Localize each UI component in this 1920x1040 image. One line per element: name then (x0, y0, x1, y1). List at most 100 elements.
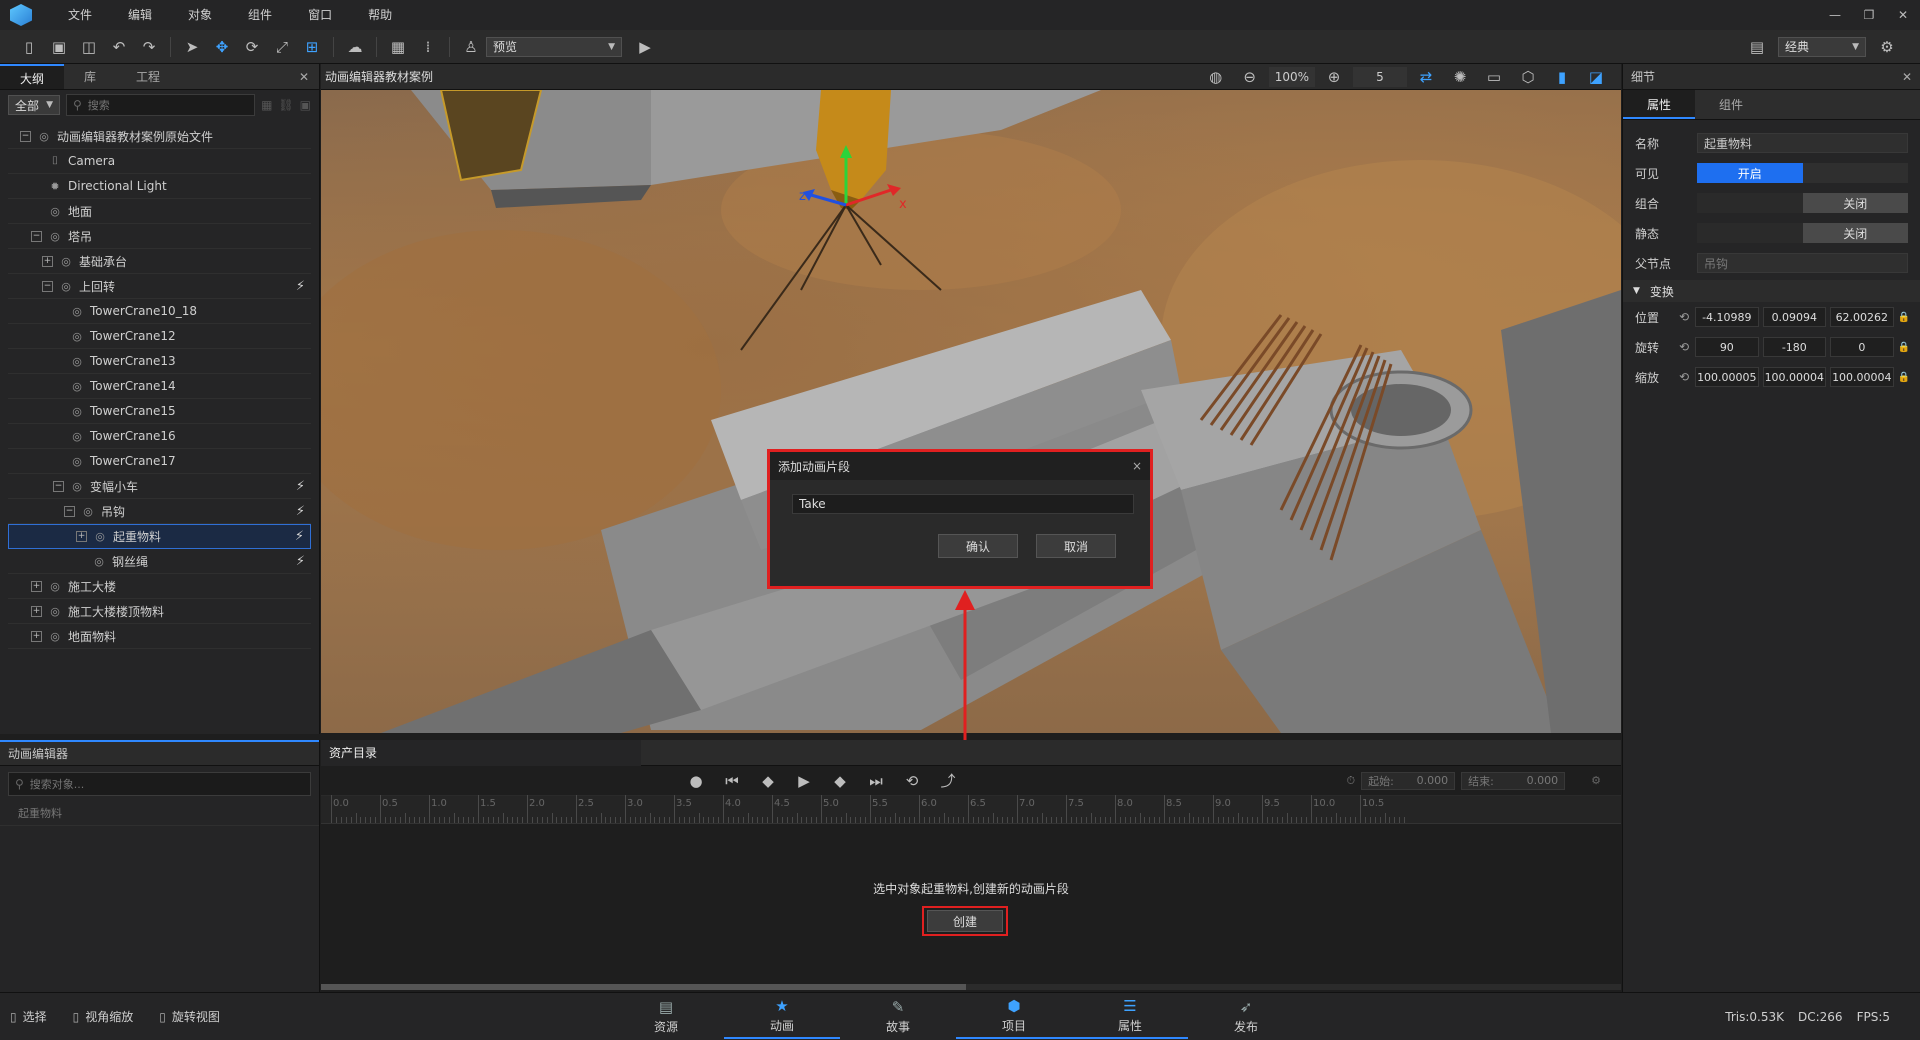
record-icon[interactable]: ● (681, 768, 711, 794)
lock-icon[interactable]: 🔒 (1898, 372, 1910, 383)
reset-icon[interactable]: ⟲ (1679, 370, 1689, 384)
static-toggle[interactable]: 关闭 (1697, 223, 1908, 243)
timeline-scrollbar[interactable] (321, 984, 1621, 990)
tree-item[interactable]: ◎ TowerCrane15 (8, 399, 311, 424)
stats-icon[interactable]: ◪ (1581, 64, 1611, 90)
snap-grid-icon[interactable]: ⁞ (413, 34, 443, 60)
tree-item[interactable]: − ◎ 动画编辑器教材案例原始文件 (8, 124, 311, 149)
tab-asset-directory[interactable]: 资产目录 (321, 739, 641, 766)
tree-item[interactable]: − ◎ 塔吊 (8, 224, 311, 249)
tree-item[interactable]: ⌷ Camera (8, 149, 311, 174)
eye-icon[interactable]: ◎ (48, 580, 62, 593)
shield-icon[interactable]: ◍ (1201, 64, 1231, 90)
coordinate-tool-icon[interactable]: ⊞ (297, 34, 327, 60)
video-camera-icon[interactable]: ▭ (1479, 64, 1509, 90)
scale-z[interactable]: 100.00004 (1830, 367, 1894, 387)
eye-icon[interactable]: ◎ (70, 480, 84, 493)
sync-icon[interactable]: ⇄ (1411, 64, 1441, 90)
rotate-tool-icon[interactable]: ⟳ (237, 34, 267, 60)
tab-components[interactable]: 组件 (1695, 90, 1767, 119)
confirm-button[interactable]: 确认 (938, 534, 1018, 558)
menu-edit[interactable]: 编辑 (110, 0, 170, 30)
anim-search-input[interactable] (29, 777, 304, 791)
layout-select[interactable]: 经典 ▼ (1778, 36, 1866, 57)
tree-item[interactable]: ◎ 地面 (8, 199, 311, 224)
skip-end-icon[interactable]: ⏭ (861, 768, 891, 794)
timeline-ruler[interactable]: 0.0 0.5 1.0 1.5 2.0 2.5 3.0 3.5 4.0 4.5 5.0 5.5 6.0 6… (321, 795, 1621, 824)
menu-window[interactable]: 窗口 (290, 0, 350, 30)
transform-section[interactable]: ▼ 变换 (1623, 280, 1920, 302)
tree-item[interactable]: − ◎ 变幅小车 ⚡ (8, 474, 311, 499)
tab-project-bottom[interactable]: ⬢ 项目 (956, 993, 1072, 1039)
eye-icon[interactable]: ◎ (93, 530, 107, 543)
camera-speed[interactable]: 5 (1353, 66, 1407, 87)
tree-item[interactable]: + ◎ 基础承台 (8, 249, 311, 274)
tree-item[interactable]: ◎ TowerCrane12 (8, 324, 311, 349)
eye-icon[interactable]: ◎ (37, 130, 51, 143)
tab-publish[interactable]: ➶ 发布 (1188, 993, 1304, 1039)
filter-select[interactable]: 全部 ▼ (8, 95, 60, 115)
position-z[interactable]: 62.00262 (1830, 307, 1894, 327)
expand-icon[interactable]: + (31, 630, 42, 642)
animation-run-icon[interactable]: ⚡ (296, 279, 305, 294)
rotation-y[interactable]: -180 (1762, 337, 1827, 357)
cloud-icon[interactable]: ☁ (340, 34, 370, 60)
camera-icon[interactable]: ⌷ (48, 154, 62, 168)
scrollbar-thumb[interactable] (321, 984, 966, 990)
position-y[interactable]: 0.09094 (1762, 307, 1827, 327)
expand-icon[interactable]: + (31, 580, 42, 592)
collapse-icon[interactable]: − (53, 480, 64, 492)
next-key-icon[interactable]: ◆ (825, 768, 855, 794)
grid-icon[interactable]: ▦ (383, 34, 413, 60)
skip-start-icon[interactable]: ⏮ (717, 768, 747, 794)
maximize-button[interactable]: ❐ (1852, 8, 1886, 22)
eye-icon[interactable]: ◎ (92, 555, 106, 568)
eye-icon[interactable]: ◎ (59, 280, 73, 293)
collapse-icon[interactable]: − (31, 230, 42, 242)
tree-item[interactable]: + ◎ 施工大楼 (8, 574, 311, 599)
scale-tool-icon[interactable]: ⤢ (267, 34, 297, 60)
expand-icon[interactable]: + (76, 531, 87, 542)
reset-icon[interactable]: ⟲ (1679, 310, 1689, 324)
close-icon[interactable]: × (1132, 459, 1142, 473)
link-icon[interactable]: ⛓ (278, 98, 293, 112)
save-icon[interactable]: ▣ (44, 34, 74, 60)
add-node-icon[interactable]: ▦ (261, 98, 272, 112)
light-icon[interactable]: ✹ (48, 180, 62, 193)
expand-icon[interactable]: + (42, 255, 53, 267)
lock-icon[interactable]: 🔒 (1898, 342, 1910, 353)
scale-x[interactable]: 100.00005 (1695, 367, 1759, 387)
group-toggle[interactable]: 关闭 (1697, 193, 1908, 213)
tree-item[interactable]: ◎ TowerCrane14 (8, 374, 311, 399)
eye-icon[interactable]: ◎ (48, 205, 62, 218)
lock-icon[interactable]: 🔒 (1898, 312, 1910, 323)
tree-item[interactable]: + ◎ 施工大楼楼顶物料 (8, 599, 311, 624)
animation-run-icon[interactable]: ⚡ (296, 504, 305, 519)
end-time-field[interactable]: 结束: 0.000 (1461, 771, 1566, 790)
prev-key-icon[interactable]: ◆ (753, 768, 783, 794)
settings-icon[interactable]: ⚙ (1872, 34, 1902, 60)
tree-item[interactable]: ◎ TowerCrane10_18 (8, 299, 311, 324)
tab-animation[interactable]: ★ 动画 (724, 993, 840, 1039)
move-tool-icon[interactable]: ✥ (207, 34, 237, 60)
zoom-out-icon[interactable]: ⊖ (1235, 64, 1265, 90)
name-field[interactable]: 起重物料 (1697, 133, 1908, 153)
eye-icon[interactable]: ◎ (48, 230, 62, 243)
eye-icon[interactable]: ◎ (48, 630, 62, 643)
tab-outline[interactable]: 大纲 (0, 64, 65, 89)
menu-file[interactable]: 文件 (50, 0, 110, 30)
animation-run-icon[interactable]: ⚡ (296, 554, 305, 569)
menu-help[interactable]: 帮助 (350, 0, 410, 30)
eye-icon[interactable]: ◎ (70, 455, 84, 468)
reset-icon[interactable]: ⟲ (1679, 340, 1689, 354)
tab-properties-bottom[interactable]: ☰ 属性 (1072, 993, 1188, 1039)
menu-object[interactable]: 对象 (170, 0, 230, 30)
tree-item[interactable]: − ◎ 上回转 ⚡ (8, 274, 311, 299)
eye-icon[interactable]: ◎ (59, 255, 73, 268)
play-icon[interactable]: ▶ (630, 34, 660, 60)
close-window-button[interactable]: ✕ (1886, 8, 1920, 22)
eye-icon[interactable]: ◎ (70, 430, 84, 443)
expand-icon[interactable]: + (31, 605, 42, 617)
close-icon[interactable]: ✕ (289, 64, 319, 89)
bookmark-icon[interactable]: ▮ (1547, 64, 1577, 90)
